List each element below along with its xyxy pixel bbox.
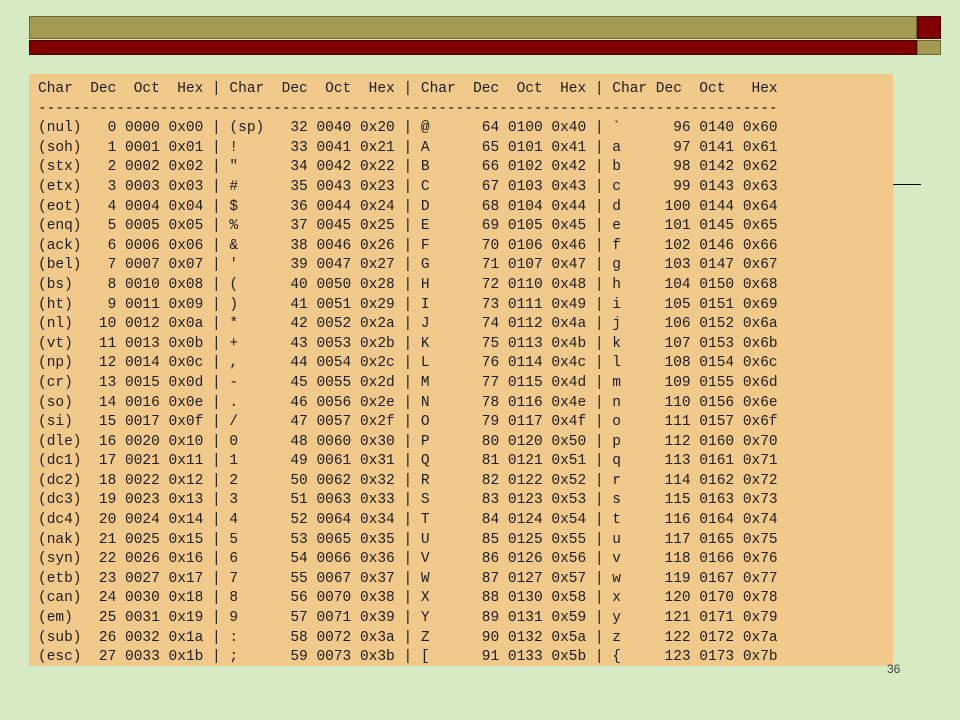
table-row: (sub) 26 0032 0x1a | : 58 0072 0x3a | Z … xyxy=(38,629,778,646)
title-corner-square xyxy=(917,16,941,39)
table-row: (syn) 22 0026 0x16 | 6 54 0066 0x36 | V … xyxy=(38,551,778,568)
table-row: (dc3) 19 0023 0x13 | 3 51 0063 0x33 | S … xyxy=(38,492,778,509)
table-rows: (nul) 0 0000 0x00 | (sp) 32 0040 0x20 | … xyxy=(38,120,778,666)
page-number: 36 xyxy=(887,662,901,676)
table-row: (dc2) 18 0022 0x12 | 2 50 0062 0x32 | R … xyxy=(38,472,778,489)
table-row: (dc4) 20 0024 0x14 | 4 52 0064 0x34 | T … xyxy=(38,512,778,529)
table-row: (eot) 4 0004 0x04 | $ 36 0044 0x24 | D 6… xyxy=(38,198,778,215)
table-row: (vt) 11 0013 0x0b | + 43 0053 0x2b | K 7… xyxy=(38,335,778,352)
table-row: (so) 14 0016 0x0e | . 46 0056 0x2e | N 7… xyxy=(38,394,778,411)
table-row: (nl) 10 0012 0x0a | * 42 0052 0x2a | J 7… xyxy=(38,316,778,333)
table-row: (esc) 27 0033 0x1b | ; 59 0073 0x3b | [ … xyxy=(38,649,778,666)
table-row: (soh) 1 0001 0x01 | ! 33 0041 0x21 | A 6… xyxy=(38,139,778,156)
table-row: (nul) 0 0000 0x00 | (sp) 32 0040 0x20 | … xyxy=(38,120,778,137)
table-row: (can) 24 0030 0x18 | 8 56 0070 0x38 | X … xyxy=(38,590,778,607)
ascii-table-panel: Char Dec Oct Hex | Char Dec Oct Hex | Ch… xyxy=(29,74,893,666)
title-underline-bar xyxy=(29,40,917,55)
table-divider: ----------------------------------------… xyxy=(38,100,778,117)
table-row: (em) 25 0031 0x19 | 9 57 0071 0x39 | Y 8… xyxy=(38,610,778,627)
table-row: (etb) 23 0027 0x17 | 7 55 0067 0x37 | W … xyxy=(38,570,778,587)
table-row: (nak) 21 0025 0x15 | 5 53 0065 0x35 | U … xyxy=(38,531,778,548)
table-row: (dle) 16 0020 0x10 | 0 48 0060 0x30 | P … xyxy=(38,433,778,450)
ascii-table: Char Dec Oct Hex | Char Dec Oct Hex | Ch… xyxy=(38,80,778,666)
table-row: (dc1) 17 0021 0x11 | 1 49 0061 0x31 | Q … xyxy=(38,453,778,470)
table-row: (enq) 5 0005 0x05 | % 37 0045 0x25 | E 6… xyxy=(38,218,778,235)
table-row: (bs) 8 0010 0x08 | ( 40 0050 0x28 | H 72… xyxy=(38,276,778,293)
title-bar-decoration xyxy=(29,16,917,39)
table-row: (si) 15 0017 0x0f | / 47 0057 0x2f | O 7… xyxy=(38,414,778,431)
table-row: (stx) 2 0002 0x02 | " 34 0042 0x22 | B 6… xyxy=(38,159,778,176)
table-row: (ack) 6 0006 0x06 | & 38 0046 0x26 | F 7… xyxy=(38,237,778,254)
table-row: (cr) 13 0015 0x0d | - 45 0055 0x2d | M 7… xyxy=(38,374,778,391)
table-row: (bel) 7 0007 0x07 | ' 39 0047 0x27 | G 7… xyxy=(38,257,778,274)
table-row: (etx) 3 0003 0x03 | # 35 0043 0x23 | C 6… xyxy=(38,178,778,195)
table-header: Char Dec Oct Hex | Char Dec Oct Hex | Ch… xyxy=(38,81,778,97)
underline-corner-square xyxy=(917,40,941,55)
table-row: (ht) 9 0011 0x09 | ) 41 0051 0x29 | I 73… xyxy=(38,296,778,313)
table-row: (np) 12 0014 0x0c | , 44 0054 0x2c | L 7… xyxy=(38,355,778,372)
side-rule-line xyxy=(893,184,921,185)
